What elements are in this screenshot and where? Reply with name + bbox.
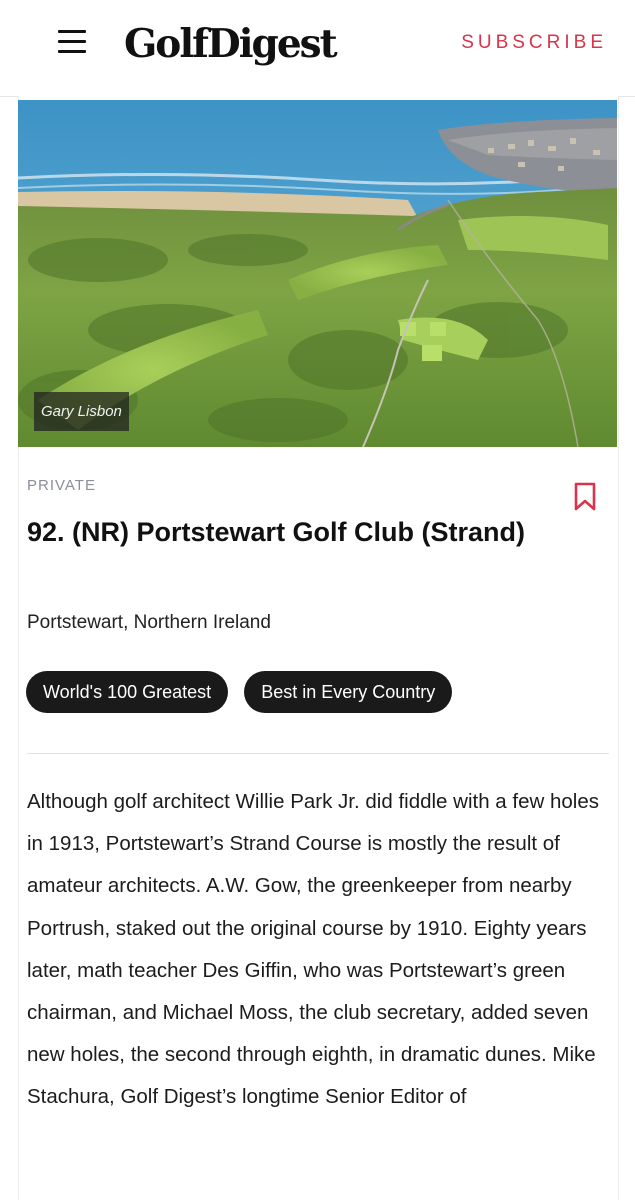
site-header: GolfDigest SUBSCRIBE <box>0 0 635 97</box>
tag-worlds-100-greatest[interactable]: World's 100 Greatest <box>26 671 229 713</box>
golf-digest-logo[interactable]: GolfDigest <box>124 16 338 72</box>
hamburger-menu-icon[interactable] <box>58 28 86 54</box>
photo-credit: Gary Lisbon <box>34 392 129 431</box>
bookmark-icon[interactable] <box>572 481 598 513</box>
course-location: Portstewart, Northern Ireland <box>27 612 271 633</box>
course-title: 92. (NR) Portstewart Golf Club (Strand) <box>27 517 526 547</box>
tag-best-in-every-country[interactable]: Best in Every Country <box>244 671 453 713</box>
course-category: PRIVATE <box>27 477 96 494</box>
subscribe-link[interactable]: SUBSCRIBE <box>461 32 607 54</box>
section-divider <box>27 753 609 754</box>
course-description: Although golf architect Willie Park Jr. … <box>27 790 599 1109</box>
ranking-tags: World's 100 Greatest Best in Every Count… <box>26 671 453 713</box>
